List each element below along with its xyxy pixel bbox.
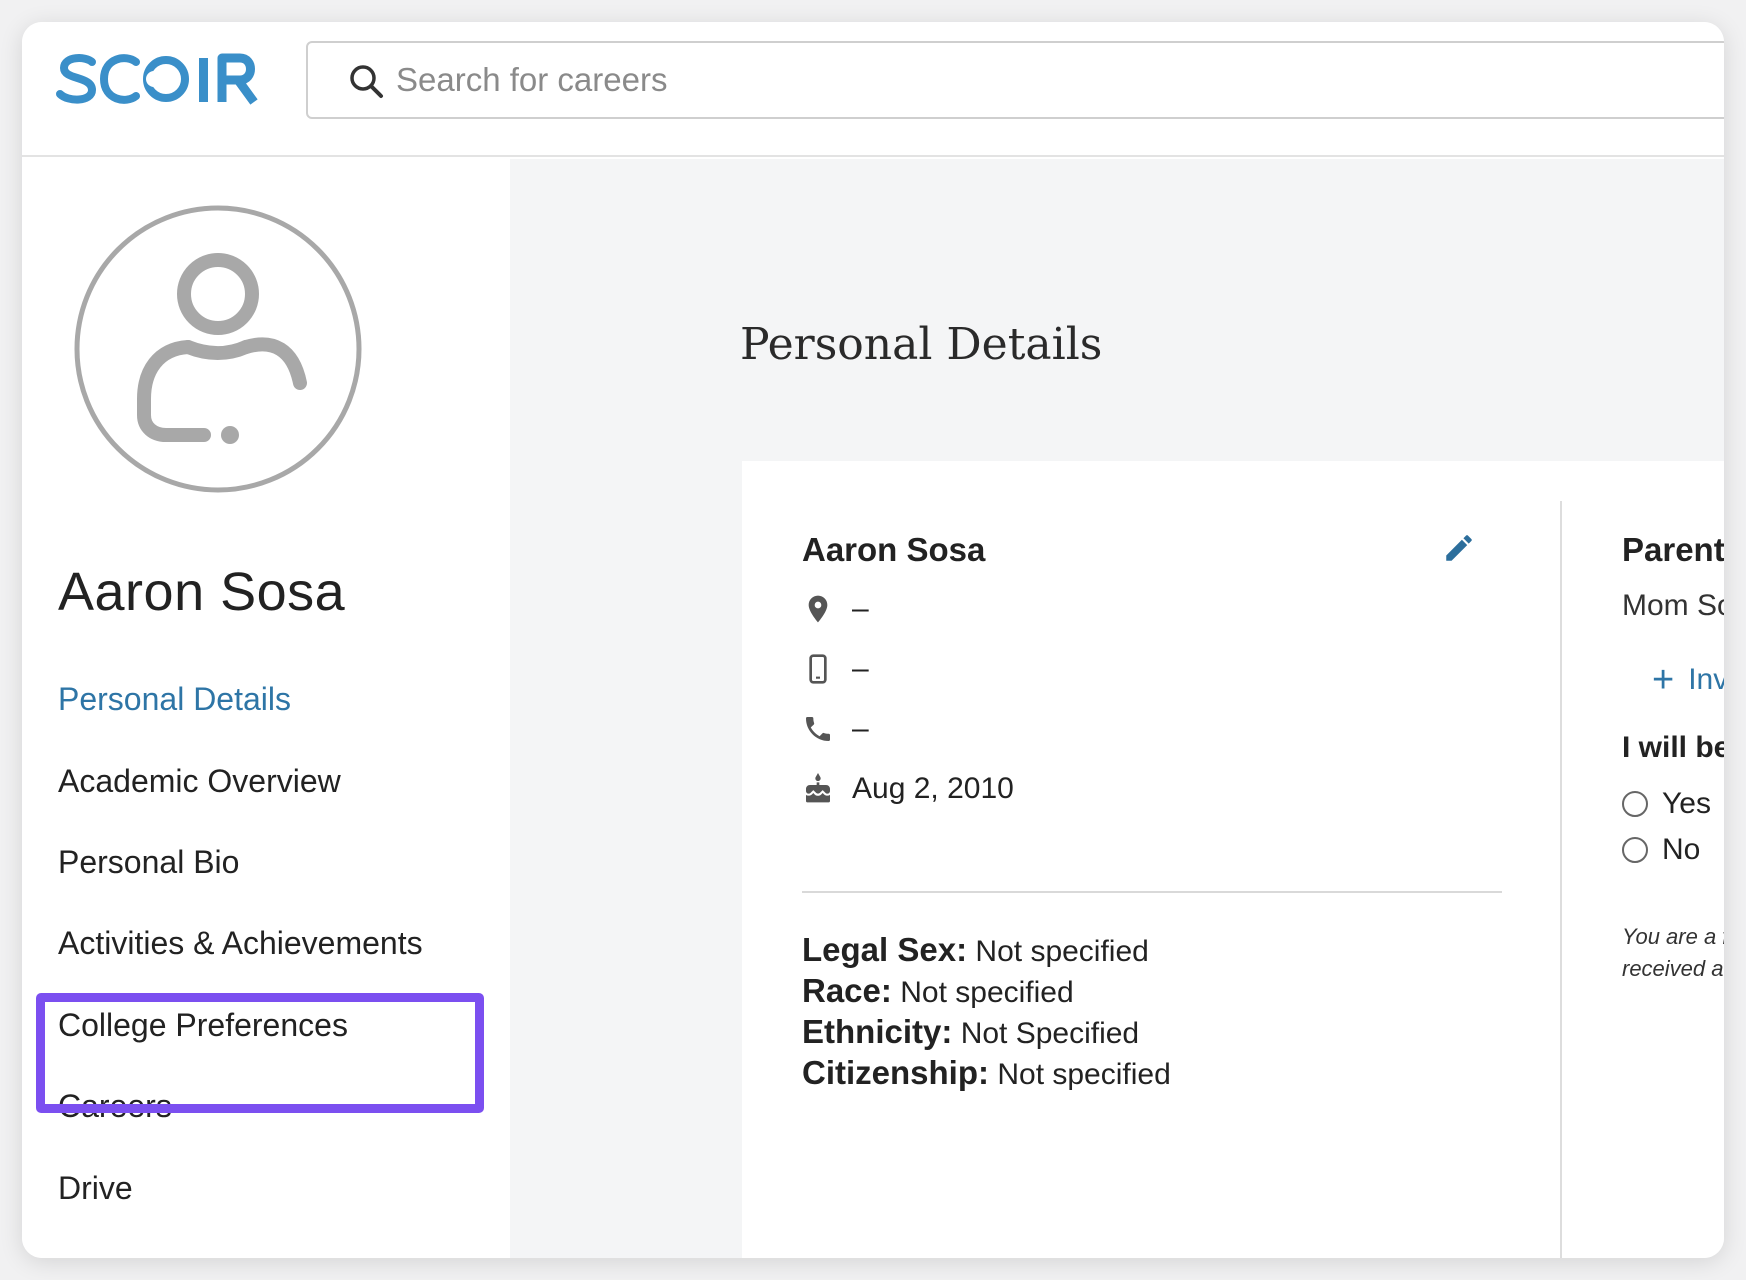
location-pin-icon: [808, 595, 828, 623]
app-window: Aaron Sosa Personal Details Academic Ove…: [22, 22, 1724, 1258]
avatar-icon[interactable]: [58, 189, 378, 509]
radio-circle[interactable]: [1622, 837, 1648, 863]
phone-row: –: [802, 709, 869, 749]
parents-title: Parents: [1622, 531, 1724, 568]
note-line: received a 4-y: [1622, 956, 1724, 981]
ethnicity-attr: Ethnicity: Not Specified: [802, 1013, 1139, 1051]
mobile-row: –: [802, 649, 869, 689]
first-gen-note: You are a first received a 4-y: [1622, 921, 1724, 985]
location-row: –: [802, 589, 869, 629]
attr-value: Not specified: [997, 1058, 1171, 1091]
radio-no[interactable]: No: [1622, 833, 1700, 867]
attr-label: Citizenship:: [802, 1054, 989, 1091]
contact-panel: Aaron Sosa – – – Aug 2, 2010 Legal Sex: …: [742, 461, 1562, 1258]
scoir-logo[interactable]: [56, 50, 262, 108]
parent-name: Mom Sosa: [1622, 589, 1724, 622]
top-header: [22, 22, 1724, 157]
citizenship-attr: Citizenship: Not specified: [802, 1054, 1171, 1092]
plus-icon: +: [1652, 659, 1675, 701]
birthday-cake-icon: [806, 773, 830, 803]
sidebar: Aaron Sosa Personal Details Academic Ove…: [22, 159, 510, 1258]
sidebar-item-drive[interactable]: Drive: [58, 1170, 133, 1207]
edit-pencil-icon[interactable]: [1442, 531, 1476, 565]
page-title: Personal Details: [740, 319, 1103, 370]
birthday-value: Aug 2, 2010: [852, 772, 1014, 805]
birthday-row: Aug 2, 2010: [802, 769, 1014, 809]
search-bar[interactable]: [306, 41, 1724, 119]
location-value: –: [852, 592, 869, 625]
radio-yes[interactable]: Yes: [1622, 787, 1711, 821]
sidebar-item-academic-overview[interactable]: Academic Overview: [58, 763, 341, 800]
attr-label: Ethnicity:: [802, 1013, 953, 1050]
phone-icon: [806, 717, 830, 741]
parents-panel: Parents Mom Sosa + Invite I will be a Ye…: [1622, 461, 1724, 1258]
note-line: You are a first: [1622, 924, 1724, 949]
phone-value: –: [852, 712, 869, 745]
mobile-phone-icon: [809, 654, 827, 684]
sidebar-item-personal-details[interactable]: Personal Details: [58, 681, 291, 718]
personal-details-card: Aaron Sosa – – – Aug 2, 2010 Legal Sex: …: [742, 461, 1724, 1258]
vertical-divider: [1560, 501, 1562, 1258]
search-icon: [350, 65, 383, 98]
attr-value: Not specified: [975, 935, 1149, 968]
mobile-value: –: [852, 652, 869, 685]
section-divider: [802, 891, 1502, 893]
card-student-name: Aaron Sosa: [802, 531, 986, 568]
legal-sex-attr: Legal Sex: Not specified: [802, 931, 1149, 969]
first-gen-question: I will be a: [1622, 731, 1724, 764]
college-preferences-highlight: [36, 993, 484, 1113]
attr-value: Not specified: [900, 976, 1074, 1009]
radio-label: Yes: [1662, 787, 1711, 820]
race-attr: Race: Not specified: [802, 972, 1074, 1010]
attr-label: Legal Sex:: [802, 931, 968, 968]
sidebar-item-activities-achievements[interactable]: Activities & Achievements: [58, 925, 423, 962]
student-name: Aaron Sosa: [58, 562, 346, 622]
attr-label: Race:: [802, 972, 892, 1009]
invite-label: Invite: [1688, 663, 1724, 696]
radio-label: No: [1662, 833, 1701, 866]
main-content: Personal Details Aaron Sosa – – – Aug 2,…: [510, 159, 1724, 1258]
search-input[interactable]: [396, 51, 1296, 109]
sidebar-item-personal-bio[interactable]: Personal Bio: [58, 844, 239, 881]
invite-parent-button[interactable]: + Invite: [1652, 661, 1724, 699]
radio-circle[interactable]: [1622, 791, 1648, 817]
attr-value: Not Specified: [960, 1017, 1140, 1050]
